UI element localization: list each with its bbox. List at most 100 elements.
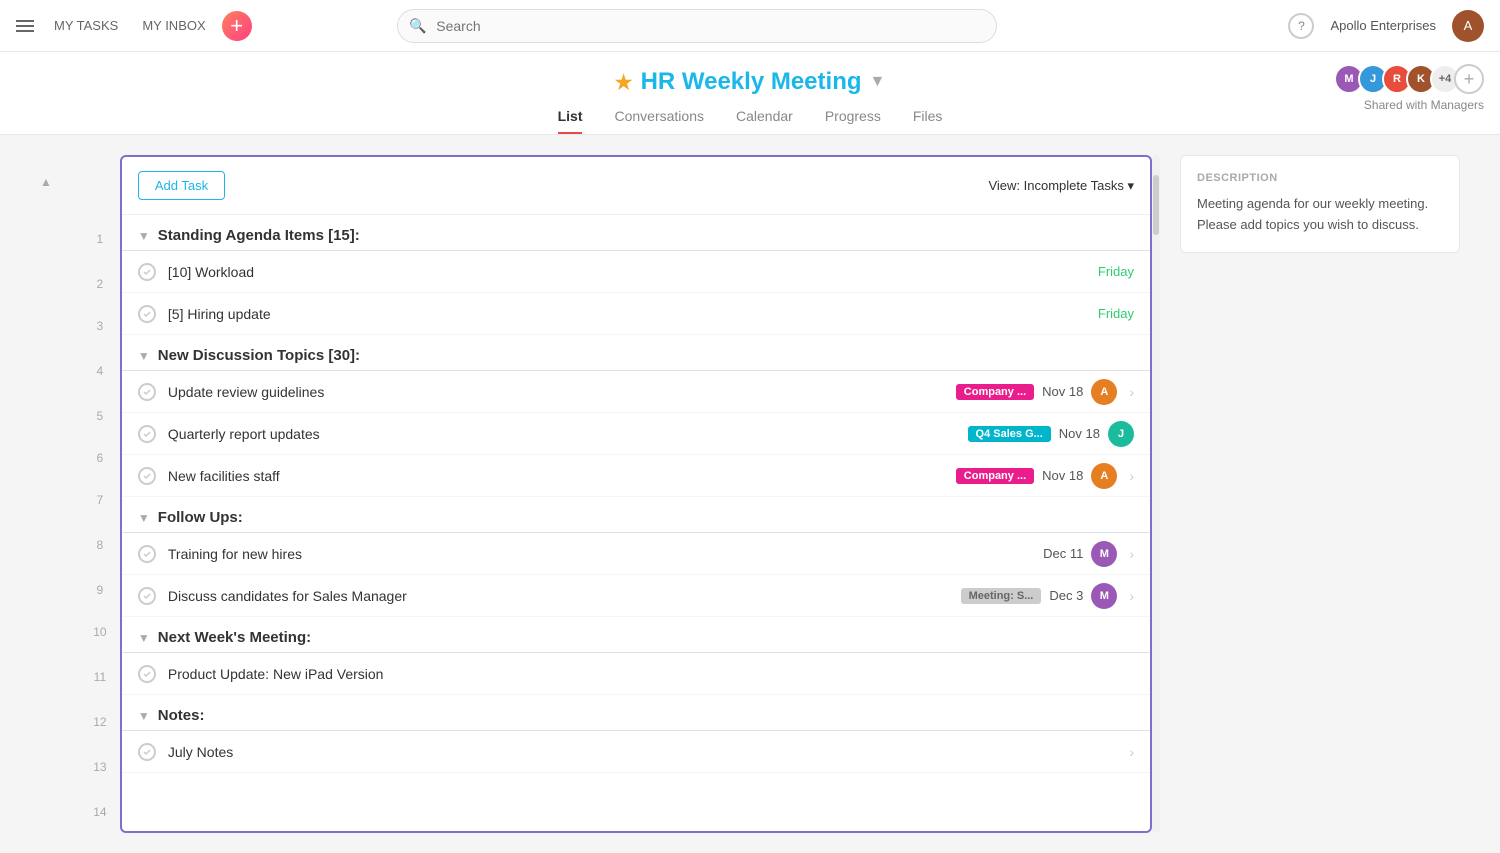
task-meta-candidates: Meeting: S... Dec 3 M › [961,583,1134,609]
row-num-5: 5 [80,395,120,437]
section-collapse-3[interactable]: ▼ [138,511,150,525]
row-num-11: 11 [80,653,120,701]
view-select[interactable]: View: Incomplete Tasks ▾ [988,178,1134,194]
row-chevron-icon-4: › [1129,588,1134,604]
task-name-training: Training for new hires [168,546,1043,562]
add-member-button[interactable]: + [1454,64,1484,94]
task-area: 1 2 3 4 5 6 7 8 9 10 11 12 13 14 Add Tas… [80,155,1160,833]
task-checkbox-review[interactable] [138,383,156,401]
task-meta-facilities: Company ... Nov 18 A › [956,463,1134,489]
row-numbers: 1 2 3 4 5 6 7 8 9 10 11 12 13 14 [80,155,120,833]
tab-files[interactable]: Files [913,108,943,134]
user-avatar[interactable]: A [1452,10,1484,42]
section-follow-ups: ▼ Follow Ups: [122,497,1150,533]
search-icon: 🔍 [409,17,426,34]
sidebar-description: DESCRIPTION Meeting agenda for our weekl… [1180,155,1460,833]
task-row: [5] Hiring update Friday [122,293,1150,335]
task-checkbox-hiring[interactable] [138,305,156,323]
tag-company-1[interactable]: Company ... [956,384,1034,400]
task-checkbox-candidates[interactable] [138,587,156,605]
help-button[interactable]: ? [1288,13,1314,39]
task-checkbox-ipad[interactable] [138,665,156,683]
row-chevron-icon: › [1129,384,1134,400]
task-checkbox-facilities[interactable] [138,467,156,485]
row-num-10: 10 [80,611,120,653]
section-notes: ▼ Notes: [122,695,1150,731]
nav-right: ? Apollo Enterprises A [1288,10,1484,42]
add-button[interactable]: + [222,11,252,41]
collapse-button[interactable]: ▲ [40,175,52,189]
tag-meeting[interactable]: Meeting: S... [961,588,1042,604]
tab-calendar[interactable]: Calendar [736,108,793,134]
task-checkbox-quarterly[interactable] [138,425,156,443]
avatar-group: M J R K +4 + [1334,64,1484,94]
task-checkbox-training[interactable] [138,545,156,563]
section-collapse-4[interactable]: ▼ [138,631,150,645]
star-icon: ★ [615,70,633,95]
task-row: Training for new hires Dec 11 M › [122,533,1150,575]
task-date-candidates: Dec 3 [1049,588,1083,603]
task-avatar-training: M [1091,541,1117,567]
task-avatar-review: A [1091,379,1117,405]
row-chevron-icon-3: › [1129,546,1134,562]
scrollbar[interactable] [1152,155,1160,833]
task-row: [10] Workload Friday [122,251,1150,293]
tab-conversations[interactable]: Conversations [614,108,704,134]
view-label: View: Incomplete Tasks [988,178,1123,193]
tab-progress[interactable]: Progress [825,108,881,134]
shared-row: M J R K +4 + Shared with Managers [1334,64,1484,112]
tag-company-2[interactable]: Company ... [956,468,1034,484]
section-2-label: New Discussion Topics [30]: [158,347,360,364]
row-num-2: 2 [80,263,120,305]
row-num-9: 9 [80,569,120,611]
shared-label: Shared with Managers [1334,98,1484,112]
row-num-13: 13 [80,743,120,791]
project-title[interactable]: ★ HR Weekly Meeting ▼ [615,68,886,96]
task-name-workload: [10] Workload [168,264,1098,280]
task-row: New facilities staff Company ... Nov 18 … [122,455,1150,497]
task-checkbox-workload[interactable] [138,263,156,281]
user-name: Apollo Enterprises [1330,18,1436,33]
title-chevron-icon: ▼ [870,73,886,91]
description-label: DESCRIPTION [1197,172,1443,184]
row-chevron-icon-2: › [1129,468,1134,484]
row-num-12: 12 [80,701,120,743]
task-avatar-facilities: A [1091,463,1117,489]
section-collapse-5[interactable]: ▼ [138,709,150,723]
scrollbar-thumb [1153,175,1159,235]
row-num-8: 8 [80,521,120,569]
add-task-button[interactable]: Add Task [138,171,225,200]
row-num-1: 1 [80,215,120,263]
description-box: DESCRIPTION Meeting agenda for our weekl… [1180,155,1460,253]
section-3-label: Follow Ups: [158,509,243,526]
task-name-hiring: [5] Hiring update [168,306,1098,322]
project-title-text: HR Weekly Meeting [641,68,862,96]
tab-list[interactable]: List [558,108,583,134]
my-tasks-link[interactable]: MY TASKS [54,18,118,33]
row-num-4: 4 [80,347,120,395]
section-5-label: Notes: [158,707,205,724]
task-date-hiring: Friday [1098,306,1134,321]
view-chevron-icon: ▾ [1127,178,1134,193]
my-inbox-link[interactable]: MY INBOX [142,18,205,33]
section-collapse-2[interactable]: ▼ [138,349,150,363]
section-new-discussion: ▼ New Discussion Topics [30]: [122,335,1150,371]
section-collapse-1[interactable]: ▼ [138,229,150,243]
task-name-candidates: Discuss candidates for Sales Manager [168,588,961,604]
search-input[interactable] [397,9,997,43]
main-content: ▲ 1 2 3 4 5 6 7 8 9 10 11 12 13 14 Add T… [0,135,1500,853]
task-checkbox-july[interactable] [138,743,156,761]
task-date-facilities: Nov 18 [1042,468,1083,483]
nav-links: MY TASKS MY INBOX [54,18,206,33]
row-chevron-icon-5: › [1129,744,1134,760]
task-date-review: Nov 18 [1042,384,1083,399]
tag-q4[interactable]: Q4 Sales G... [968,426,1051,442]
task-meta-review: Company ... Nov 18 A › [956,379,1134,405]
hamburger-menu[interactable] [16,17,34,35]
task-avatar-candidates: M [1091,583,1117,609]
project-header: ★ HR Weekly Meeting ▼ M J R K +4 + Share… [0,52,1500,135]
row-num-6: 6 [80,437,120,479]
section-1-label: Standing Agenda Items [15]: [158,227,360,244]
row-num-7: 7 [80,479,120,521]
task-meta-workload: Friday [1098,264,1134,279]
